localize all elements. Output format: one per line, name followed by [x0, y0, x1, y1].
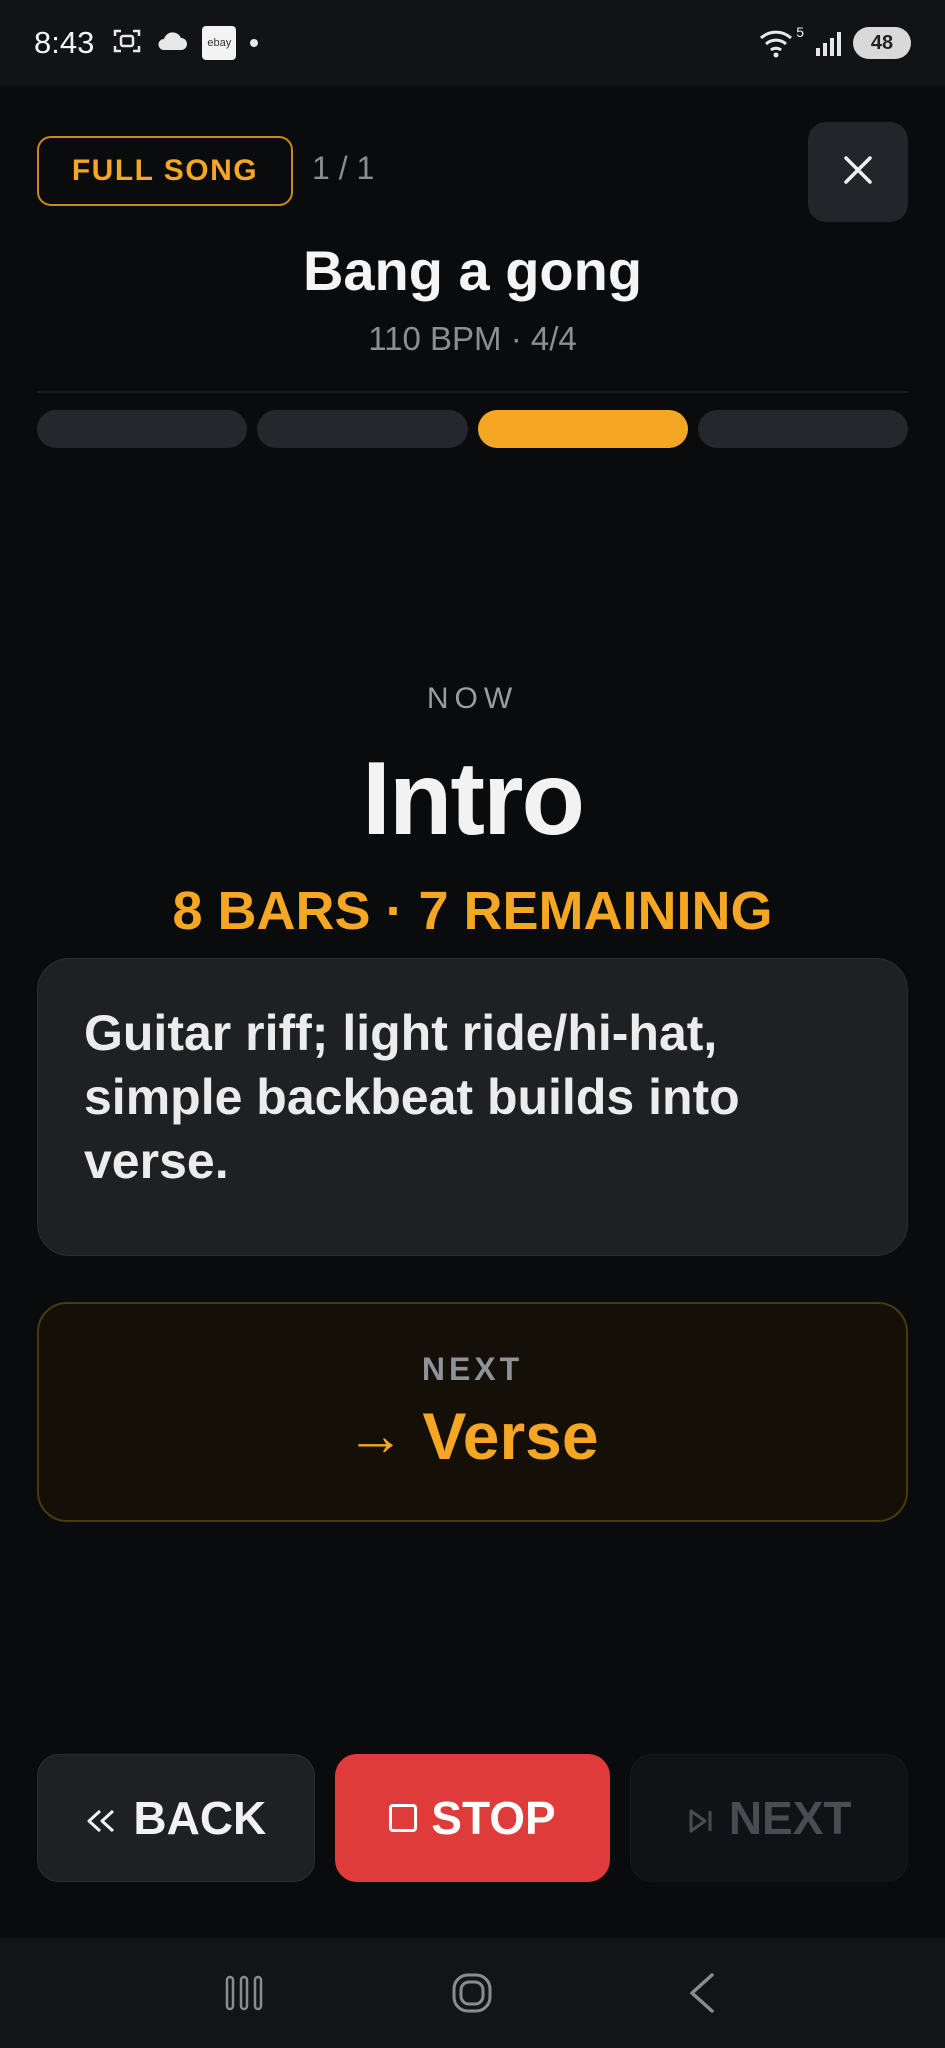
progress-segment-active — [477, 410, 688, 448]
arrow-right-icon: → — [346, 1403, 405, 1468]
stop-label: STOP — [431, 1792, 556, 1844]
rewind-icon — [85, 1791, 119, 1845]
home-icon[interactable] — [442, 1963, 502, 2023]
system-nav-bar — [0, 1938, 945, 2048]
next-button-label: NEXT — [728, 1792, 852, 1844]
ebay-badge-text: ebay — [207, 37, 232, 49]
next-button[interactable]: NEXT — [630, 1754, 909, 1882]
song-counter: 1 / 1 — [312, 150, 375, 186]
cloud-icon — [156, 30, 188, 56]
mode-badge: FULL SONG — [37, 136, 293, 206]
recent-apps-icon[interactable] — [214, 1963, 274, 2023]
next-label: NEXT — [421, 1350, 524, 1387]
app-screen: 8:43 ebay 5 48 FULL SONG 1 / 1 Bang a go… — [0, 0, 945, 2048]
section-notes-text: Guitar riff; light ride/hi-hat, simple b… — [84, 1005, 740, 1189]
song-meta: 110 BPM · 4/4 — [368, 320, 577, 357]
dot-icon — [250, 39, 259, 47]
section-notes-card: Guitar riff; light ride/hi-hat, simple b… — [37, 958, 908, 1256]
header-divider — [37, 391, 908, 393]
wifi-icon: 5 — [758, 24, 804, 58]
current-section-name: Intro — [361, 741, 585, 857]
signal-icon — [816, 30, 841, 56]
progress-segment — [37, 410, 248, 448]
bars-remaining: 8 BARS · 7 REMAINING — [172, 881, 773, 941]
progress-segment — [257, 410, 468, 448]
ebay-icon: ebay — [202, 26, 237, 60]
next-section: → Verse — [346, 1398, 598, 1474]
status-notification-icons: ebay — [112, 26, 259, 60]
next-section-card: NEXT → Verse — [37, 1302, 908, 1522]
battery-icon: 48 — [853, 27, 911, 59]
stop-button[interactable]: STOP — [334, 1754, 611, 1882]
back-nav-icon[interactable] — [671, 1963, 731, 2023]
section-progress — [37, 410, 908, 448]
status-bar: 8:43 ebay 5 48 — [0, 0, 945, 86]
status-system-icons: 5 48 — [758, 24, 911, 59]
close-icon — [841, 153, 875, 192]
transport-controls: BACK STOP NEXT — [37, 1754, 909, 1882]
back-label: BACK — [133, 1792, 267, 1844]
song-title: Bang a gong — [302, 239, 643, 302]
battery-level: 48 — [870, 31, 894, 54]
stop-icon — [389, 1804, 418, 1832]
now-label: NOW — [426, 682, 519, 715]
screenshot-icon — [112, 27, 142, 59]
progress-segment — [697, 410, 908, 448]
skip-next-icon — [687, 1791, 715, 1845]
wifi-band-label: 5 — [796, 24, 804, 40]
status-time: 8:43 — [34, 25, 95, 60]
close-button[interactable] — [808, 122, 908, 222]
next-section-name: Verse — [422, 1398, 599, 1473]
back-button[interactable]: BACK — [37, 1754, 315, 1882]
